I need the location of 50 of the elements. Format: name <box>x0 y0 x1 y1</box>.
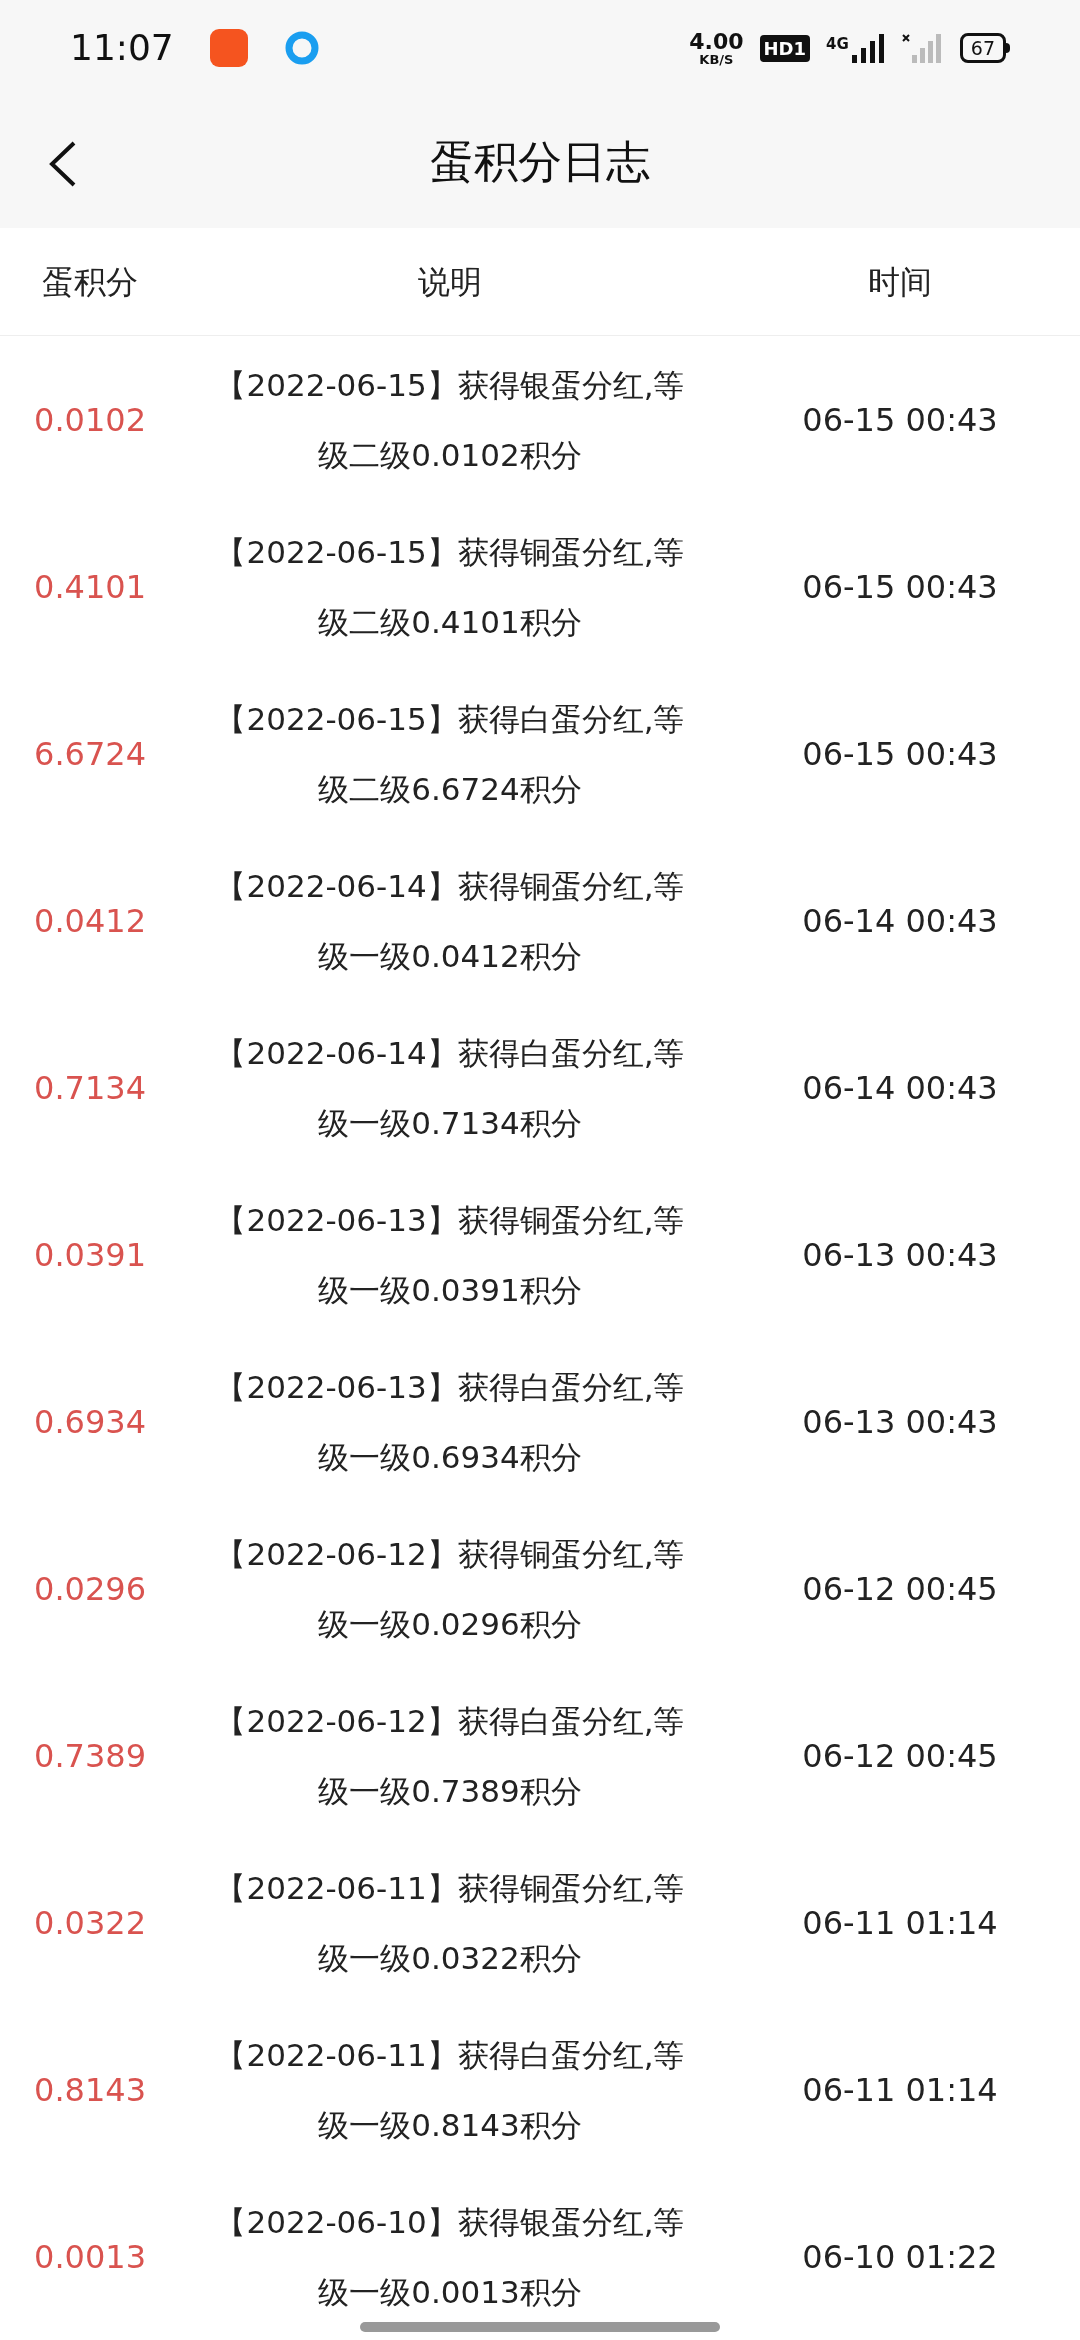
time-value: 06-13 00:43 <box>802 1234 998 1276</box>
time-value: 06-12 00:45 <box>802 1735 998 1777</box>
description-text: 【2022-06-13】获得铜蛋分红,等级一级0.0391积分 <box>214 1200 686 1310</box>
description-text: 【2022-06-15】获得白蛋分红,等级二级6.6724积分 <box>214 699 686 809</box>
time-value: 06-11 01:14 <box>802 2069 998 2111</box>
time-value: 06-15 00:43 <box>802 733 998 775</box>
time-value: 06-14 00:43 <box>802 900 998 942</box>
time-value: 06-14 00:43 <box>802 1067 998 1109</box>
description-text: 【2022-06-11】获得铜蛋分红,等级一级0.0322积分 <box>214 1868 686 1978</box>
app-icon <box>283 30 320 66</box>
description-text: 【2022-06-15】获得银蛋分红,等级二级0.0102积分 <box>214 365 686 475</box>
battery-indicator: 67 <box>959 33 1006 63</box>
points-value: 0.7134 <box>34 1067 146 1109</box>
column-header: 时间 <box>868 261 932 303</box>
time-value: 06-10 01:22 <box>802 2236 998 2278</box>
points-value: 0.0412 <box>34 900 146 942</box>
description-text: 【2022-06-14】获得白蛋分红,等级一级0.7134积分 <box>214 1033 686 1143</box>
hd-badge: HD1 <box>759 34 811 62</box>
time-value: 06-12 00:45 <box>802 1568 998 1610</box>
description-text: 【2022-06-11】获得白蛋分红,等级一级0.8143积分 <box>214 2035 686 2145</box>
time-value: 06-15 00:43 <box>802 566 998 608</box>
status-time: 11:07 <box>70 26 174 70</box>
time-value: 06-13 00:43 <box>802 1401 998 1443</box>
app-icon <box>209 29 248 67</box>
description-text: 【2022-06-15】获得铜蛋分红,等级二级0.4101积分 <box>214 532 686 642</box>
description-text: 【2022-06-12】获得铜蛋分红,等级一级0.0296积分 <box>214 1534 686 1644</box>
points-value: 0.0391 <box>34 1234 146 1276</box>
speed-unit: KB/S <box>699 52 734 66</box>
time-value: 06-11 01:14 <box>802 1902 998 1944</box>
description-text: 【2022-06-13】获得白蛋分红,等级一级0.6934积分 <box>214 1367 686 1477</box>
points-value: 0.0322 <box>34 1902 146 1944</box>
points-value: 0.0013 <box>34 2236 146 2278</box>
points-value: 0.8143 <box>34 2069 146 2111</box>
description-text: 【2022-06-12】获得白蛋分红,等级一级0.7389积分 <box>214 1701 686 1811</box>
page-title: 蛋积分日志 <box>430 135 650 189</box>
column-header: 蛋积分 <box>42 261 138 303</box>
network-label: 4G <box>826 34 849 55</box>
signal-icon <box>901 33 942 63</box>
speed-value: 4.00 <box>689 30 744 53</box>
description-text: 【2022-06-10】获得银蛋分红,等级一级0.0013积分 <box>214 2202 686 2312</box>
points-value: 6.6724 <box>34 733 146 775</box>
points-value: 0.0102 <box>34 399 146 441</box>
points-value: 0.6934 <box>34 1401 146 1443</box>
signal-icon <box>851 33 886 63</box>
points-value: 0.4101 <box>34 566 146 608</box>
points-value: 0.0296 <box>34 1568 146 1610</box>
points-value: 0.7389 <box>34 1735 146 1777</box>
column-header: 说明 <box>418 261 482 303</box>
time-value: 06-15 00:43 <box>802 399 998 441</box>
description-text: 【2022-06-14】获得铜蛋分红,等级一级0.0412积分 <box>214 866 686 976</box>
